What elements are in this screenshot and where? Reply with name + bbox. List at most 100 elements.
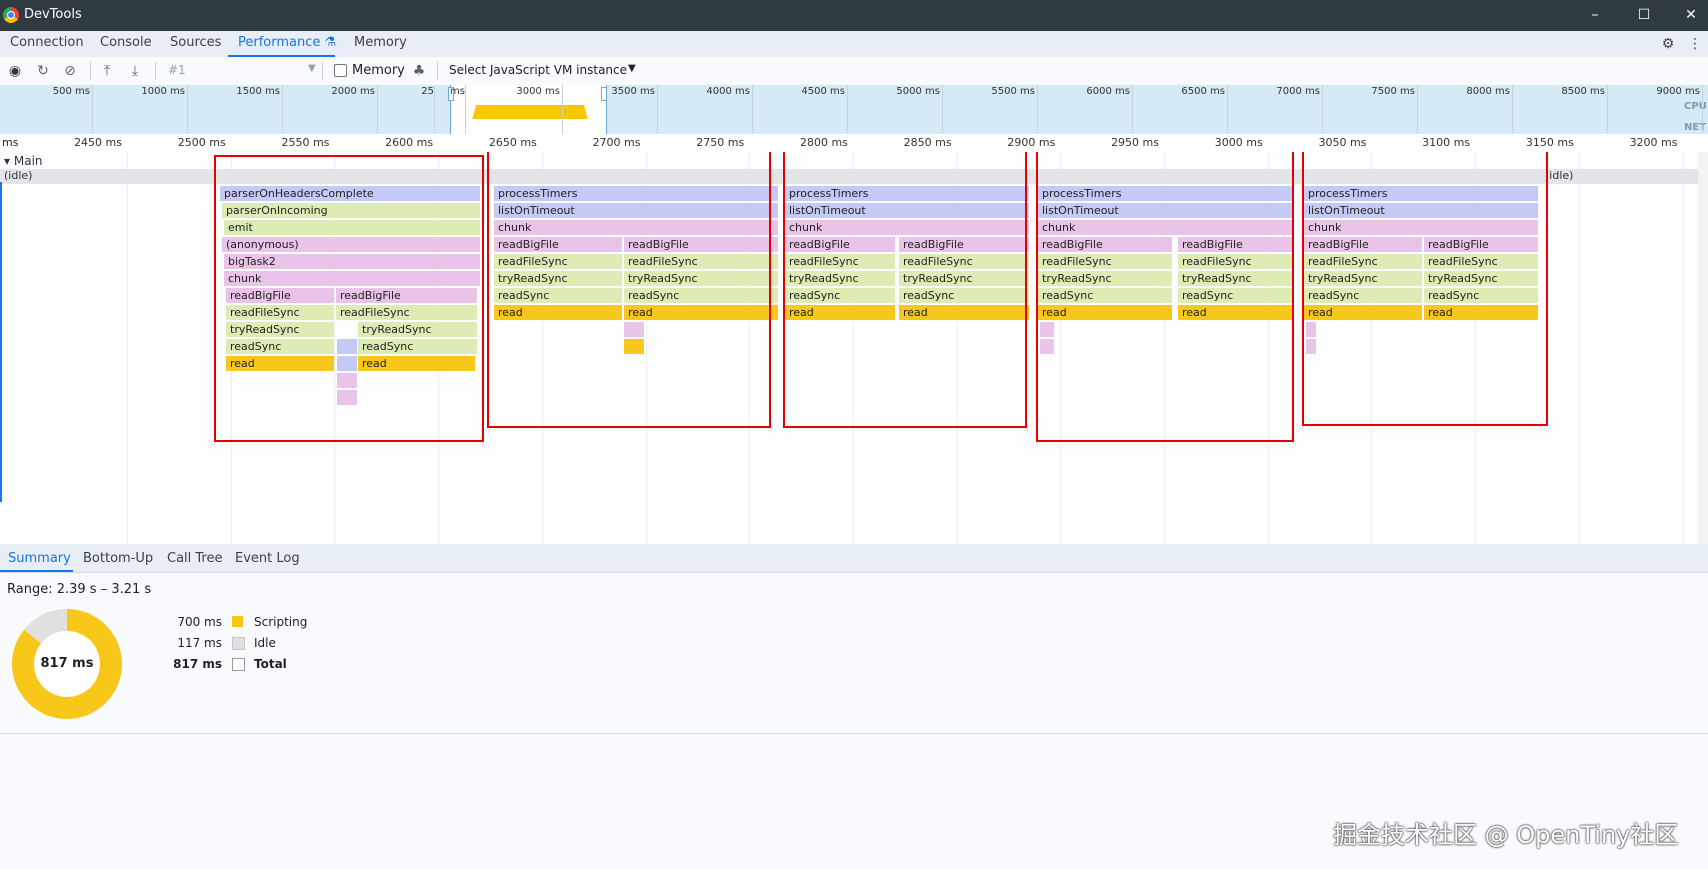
ruler-start-label: ms (2, 136, 19, 149)
ruler-tick-label: 3050 ms (1318, 136, 1367, 149)
ruler-tick-label: 3100 ms (1422, 136, 1471, 149)
ruler-tick-label: 2650 ms (488, 136, 537, 149)
overview-tick-label: ms (450, 86, 465, 97)
scripting-swatch (232, 616, 243, 627)
overview-gridline (1702, 85, 1703, 134)
window-title: DevTools (24, 7, 82, 22)
cpu-activity-chart (472, 105, 588, 119)
track-selection-marker (0, 182, 2, 502)
flame-gridline (1682, 152, 1684, 544)
idle-label-right: (idle) (1545, 169, 1574, 182)
overview-tick-label: 2000 ms (331, 86, 375, 97)
flame-call-block[interactable] (1040, 339, 1054, 354)
ruler-tick-label: 2600 ms (385, 136, 434, 149)
flame-chart[interactable]: ▾ Main (idle) (idle) parserOnHeadersComp… (0, 152, 1708, 544)
upload-profile-icon[interactable]: ⤒ (98, 62, 116, 80)
flame-call-block[interactable] (624, 339, 644, 354)
overview-tick-label: 4000 ms (706, 86, 750, 97)
highlight-box (1036, 152, 1294, 442)
devtools-tabbar: Connection Console Sources Performance ⚗… (0, 31, 1708, 58)
overview-gridline (942, 85, 943, 134)
highlight-box (1302, 152, 1548, 426)
ruler-tick-label: 2750 ms (696, 136, 745, 149)
performance-toolbar: ◉ ↻ ⊘ ⤒ ⤓ #1 ▼ Memory ♣ Select JavaScrip… (0, 57, 1708, 86)
minimize-button[interactable]: – (1580, 5, 1610, 25)
overview-gridline (1037, 85, 1038, 134)
flame-call-block[interactable] (1306, 322, 1316, 337)
record-icon[interactable]: ◉ (6, 62, 24, 80)
main-track-header[interactable]: ▾ Main (4, 154, 43, 168)
maximize-button[interactable]: ☐ (1629, 5, 1659, 25)
ruler-tick-label: 2700 ms (592, 136, 641, 149)
idle-label: Idle (254, 636, 276, 650)
clear-icon[interactable]: ⊘ (61, 62, 79, 80)
tab-performance[interactable]: Performance ⚗ (238, 35, 336, 50)
overview-gridline (562, 85, 563, 134)
summary-divider (0, 733, 1708, 734)
tab-event-log[interactable]: Event Log (235, 551, 300, 566)
flame-scrollbar[interactable] (1698, 152, 1708, 544)
donut-total-label: 817 ms (34, 631, 100, 697)
overview-tick-label: 6500 ms (1181, 86, 1225, 97)
overview-gridline (1607, 85, 1608, 134)
vm-select-chevron-icon[interactable]: ▼ (628, 63, 636, 74)
overview-tick-label: 1500 ms (236, 86, 280, 97)
ruler-tick-label: 2450 ms (74, 136, 122, 149)
highlight-box (487, 152, 771, 428)
timeline-overview[interactable]: CPU NET 500 ms 1000 ms 1500 ms 2000 ms 25 ms 3… (0, 85, 1708, 135)
overview-tick-label: 3500 ms (611, 86, 655, 97)
settings-gear-icon[interactable]: ⚙ (1659, 35, 1677, 53)
overview-gridline (752, 85, 753, 134)
toolbar-divider (155, 62, 156, 80)
tab-sources[interactable]: Sources (170, 35, 221, 50)
ruler-tick-label: 3200 ms (1629, 136, 1678, 149)
active-details-tab-indicator (0, 570, 73, 572)
overview-tick-label: 9000 ms (1656, 86, 1700, 97)
flame-call-block[interactable] (1040, 322, 1054, 337)
tab-bottom-up[interactable]: Bottom-Up (83, 551, 153, 566)
tab-memory[interactable]: Memory (354, 35, 407, 50)
scripting-value: 700 ms (177, 615, 222, 629)
close-button[interactable]: ✕ (1676, 5, 1706, 25)
expand-triangle-icon[interactable]: ▾ (4, 154, 10, 168)
tab-connection[interactable]: Connection (10, 35, 84, 50)
toolbar-divider (437, 62, 438, 80)
chrome-logo-icon (3, 7, 19, 23)
overview-tick-label: 25 (421, 86, 434, 97)
details-tabbar: Summary Bottom-Up Call Tree Event Log (0, 544, 1708, 573)
download-profile-icon[interactable]: ⤓ (126, 62, 144, 80)
overview-tick-label: 500 ms (52, 86, 90, 97)
overview-gridline (377, 85, 378, 134)
collect-garbage-icon[interactable]: ♣ (410, 62, 428, 80)
more-options-icon[interactable]: ⋮ (1686, 35, 1704, 53)
overview-gridline (282, 85, 283, 134)
total-value: 817 ms (173, 657, 222, 671)
overview-tick-label: 7000 ms (1276, 86, 1320, 97)
scripting-label: Scripting (254, 615, 308, 629)
overview-gridline (1512, 85, 1513, 134)
ruler-tick-label: 2800 ms (799, 136, 848, 149)
tab-console[interactable]: Console (100, 35, 152, 50)
tab-call-tree[interactable]: Call Tree (167, 551, 223, 566)
overview-gridline (1132, 85, 1133, 134)
reload-record-icon[interactable]: ↻ (34, 62, 52, 80)
overview-tick-label: 4500 ms (801, 86, 845, 97)
ruler-tick-label: 2550 ms (281, 136, 330, 149)
memory-checkbox[interactable] (334, 64, 347, 77)
overview-gridline (847, 85, 848, 134)
ruler-tick-label: 2950 ms (1111, 136, 1159, 149)
vm-instance-select[interactable]: Select JavaScript VM instance (449, 63, 627, 77)
total-swatch (232, 658, 245, 671)
window-titlebar: DevTools – ☐ ✕ (0, 0, 1708, 31)
watermark-text: 掘金技术社区 @ OpenTiny社区 (1333, 821, 1679, 849)
flame-call-block[interactable] (1306, 339, 1316, 354)
tab-summary[interactable]: Summary (8, 551, 71, 566)
overview-tick-label: 3000 ms (516, 86, 560, 97)
flame-call-block[interactable] (624, 322, 644, 337)
profile-select[interactable]: #1 (168, 63, 186, 77)
total-label: Total (254, 657, 287, 671)
highlight-box (783, 152, 1027, 428)
overview-gridline (434, 85, 435, 134)
overview-tick-label: 7500 ms (1371, 86, 1415, 97)
profile-select-chevron-icon[interactable]: ▼ (308, 63, 316, 74)
